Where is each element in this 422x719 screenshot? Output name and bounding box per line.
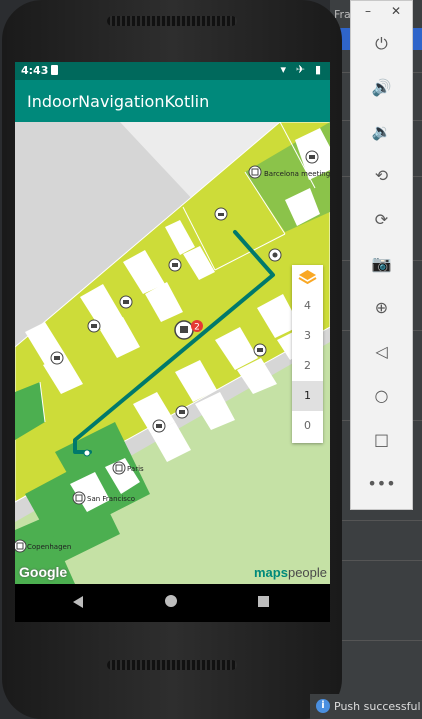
mapspeople-logo: mapspeople xyxy=(254,565,327,580)
google-logo[interactable]: Google xyxy=(19,564,67,580)
home-button[interactable]: ○ xyxy=(351,381,412,411)
volume-down-button[interactable]: 🔉 xyxy=(351,117,412,147)
sd-card-icon xyxy=(51,65,58,75)
device-screen: 4:43 ▾ ✈ ▮ IndoorNavigationKotlin Barcel… xyxy=(15,62,330,622)
workstation-icon xyxy=(180,326,188,333)
app-title: IndoorNavigationKotlin xyxy=(27,92,210,111)
meeting-room-icon xyxy=(72,491,86,505)
camera-button[interactable]: 📷 xyxy=(351,249,412,279)
floor-0-button[interactable]: 0 xyxy=(292,411,323,441)
room-label-paris: Paris xyxy=(127,465,144,473)
overview-button[interactable]: □ xyxy=(351,425,412,455)
cluster-count: 2 xyxy=(194,323,200,333)
workstation-icon xyxy=(305,150,319,164)
room-label-barcelona: Barcelona meeting xyxy=(264,170,330,178)
device-frame: 4:43 ▾ ✈ ▮ IndoorNavigationKotlin Barcel… xyxy=(2,0,342,719)
layers-button[interactable] xyxy=(292,265,323,291)
mapspeople-logo-part-b: people xyxy=(287,565,328,580)
layers-icon xyxy=(298,270,317,285)
floor-picker: 4 3 2 1 0 xyxy=(292,265,323,443)
workstation-icon xyxy=(168,258,182,272)
power-button[interactable]: ⏻ xyxy=(351,29,412,59)
status-time: 4:43 xyxy=(21,64,49,77)
workstation-icon xyxy=(175,405,189,419)
meeting-room-icon xyxy=(15,539,27,553)
volume-up-button[interactable]: 🔊 xyxy=(351,73,412,103)
top-speaker xyxy=(107,16,237,26)
workstation-icon xyxy=(87,319,101,333)
more-button[interactable]: ••• xyxy=(351,469,412,499)
floor-4-button[interactable]: 4 xyxy=(292,291,323,321)
rotate-left-button[interactable]: ⟲ xyxy=(351,161,412,191)
zoom-button[interactable]: ⊕ xyxy=(351,293,412,323)
bottom-speaker xyxy=(107,660,237,670)
emulator-toolbar: – ✕ ⏻ 🔊 🔉 ⟲ ⟳ 📷 ⊕ ◁ ○ □ ••• xyxy=(350,0,413,510)
floor-2-button[interactable]: 2 xyxy=(292,351,323,381)
soccer-ball-icon xyxy=(268,248,282,262)
close-button[interactable]: ✕ xyxy=(391,4,401,18)
map-canvas[interactable]: Barcelona meeting Paris San Francisco Co… xyxy=(15,122,330,584)
status-icons: ▾ ✈ ▮ xyxy=(280,63,324,76)
floor-1-button[interactable]: 1 xyxy=(292,381,323,411)
push-notification[interactable]: i Push successful xyxy=(310,694,422,719)
recents-icon[interactable] xyxy=(258,596,269,607)
room-label-san-francisco: San Francisco xyxy=(87,495,135,503)
workstation-icon xyxy=(119,295,133,309)
meeting-room-icon xyxy=(112,461,126,475)
app-bar: IndoorNavigationKotlin xyxy=(15,80,330,122)
minimize-button[interactable]: – xyxy=(365,4,371,18)
room-label-copenhagen: Copenhagen xyxy=(27,543,71,551)
floor-3-button[interactable]: 3 xyxy=(292,321,323,351)
workstation-icon xyxy=(152,419,166,433)
info-icon: i xyxy=(316,699,330,713)
route-endpoint xyxy=(83,449,91,457)
navigation-bar xyxy=(15,584,330,622)
workstation-icon xyxy=(253,343,267,357)
back-button[interactable]: ◁ xyxy=(351,337,412,367)
back-icon[interactable] xyxy=(73,596,83,608)
status-bar: 4:43 ▾ ✈ ▮ xyxy=(15,62,330,80)
meeting-room-icon xyxy=(248,165,262,179)
mapspeople-logo-part-a: maps xyxy=(254,565,288,580)
printer-icon xyxy=(214,207,228,221)
notification-text: Push successful xyxy=(334,700,421,713)
rotate-right-button[interactable]: ⟳ xyxy=(351,205,412,235)
map-view[interactable]: Barcelona meeting Paris San Francisco Co… xyxy=(15,122,330,584)
home-icon[interactable] xyxy=(165,595,177,607)
workstation-icon xyxy=(50,351,64,365)
